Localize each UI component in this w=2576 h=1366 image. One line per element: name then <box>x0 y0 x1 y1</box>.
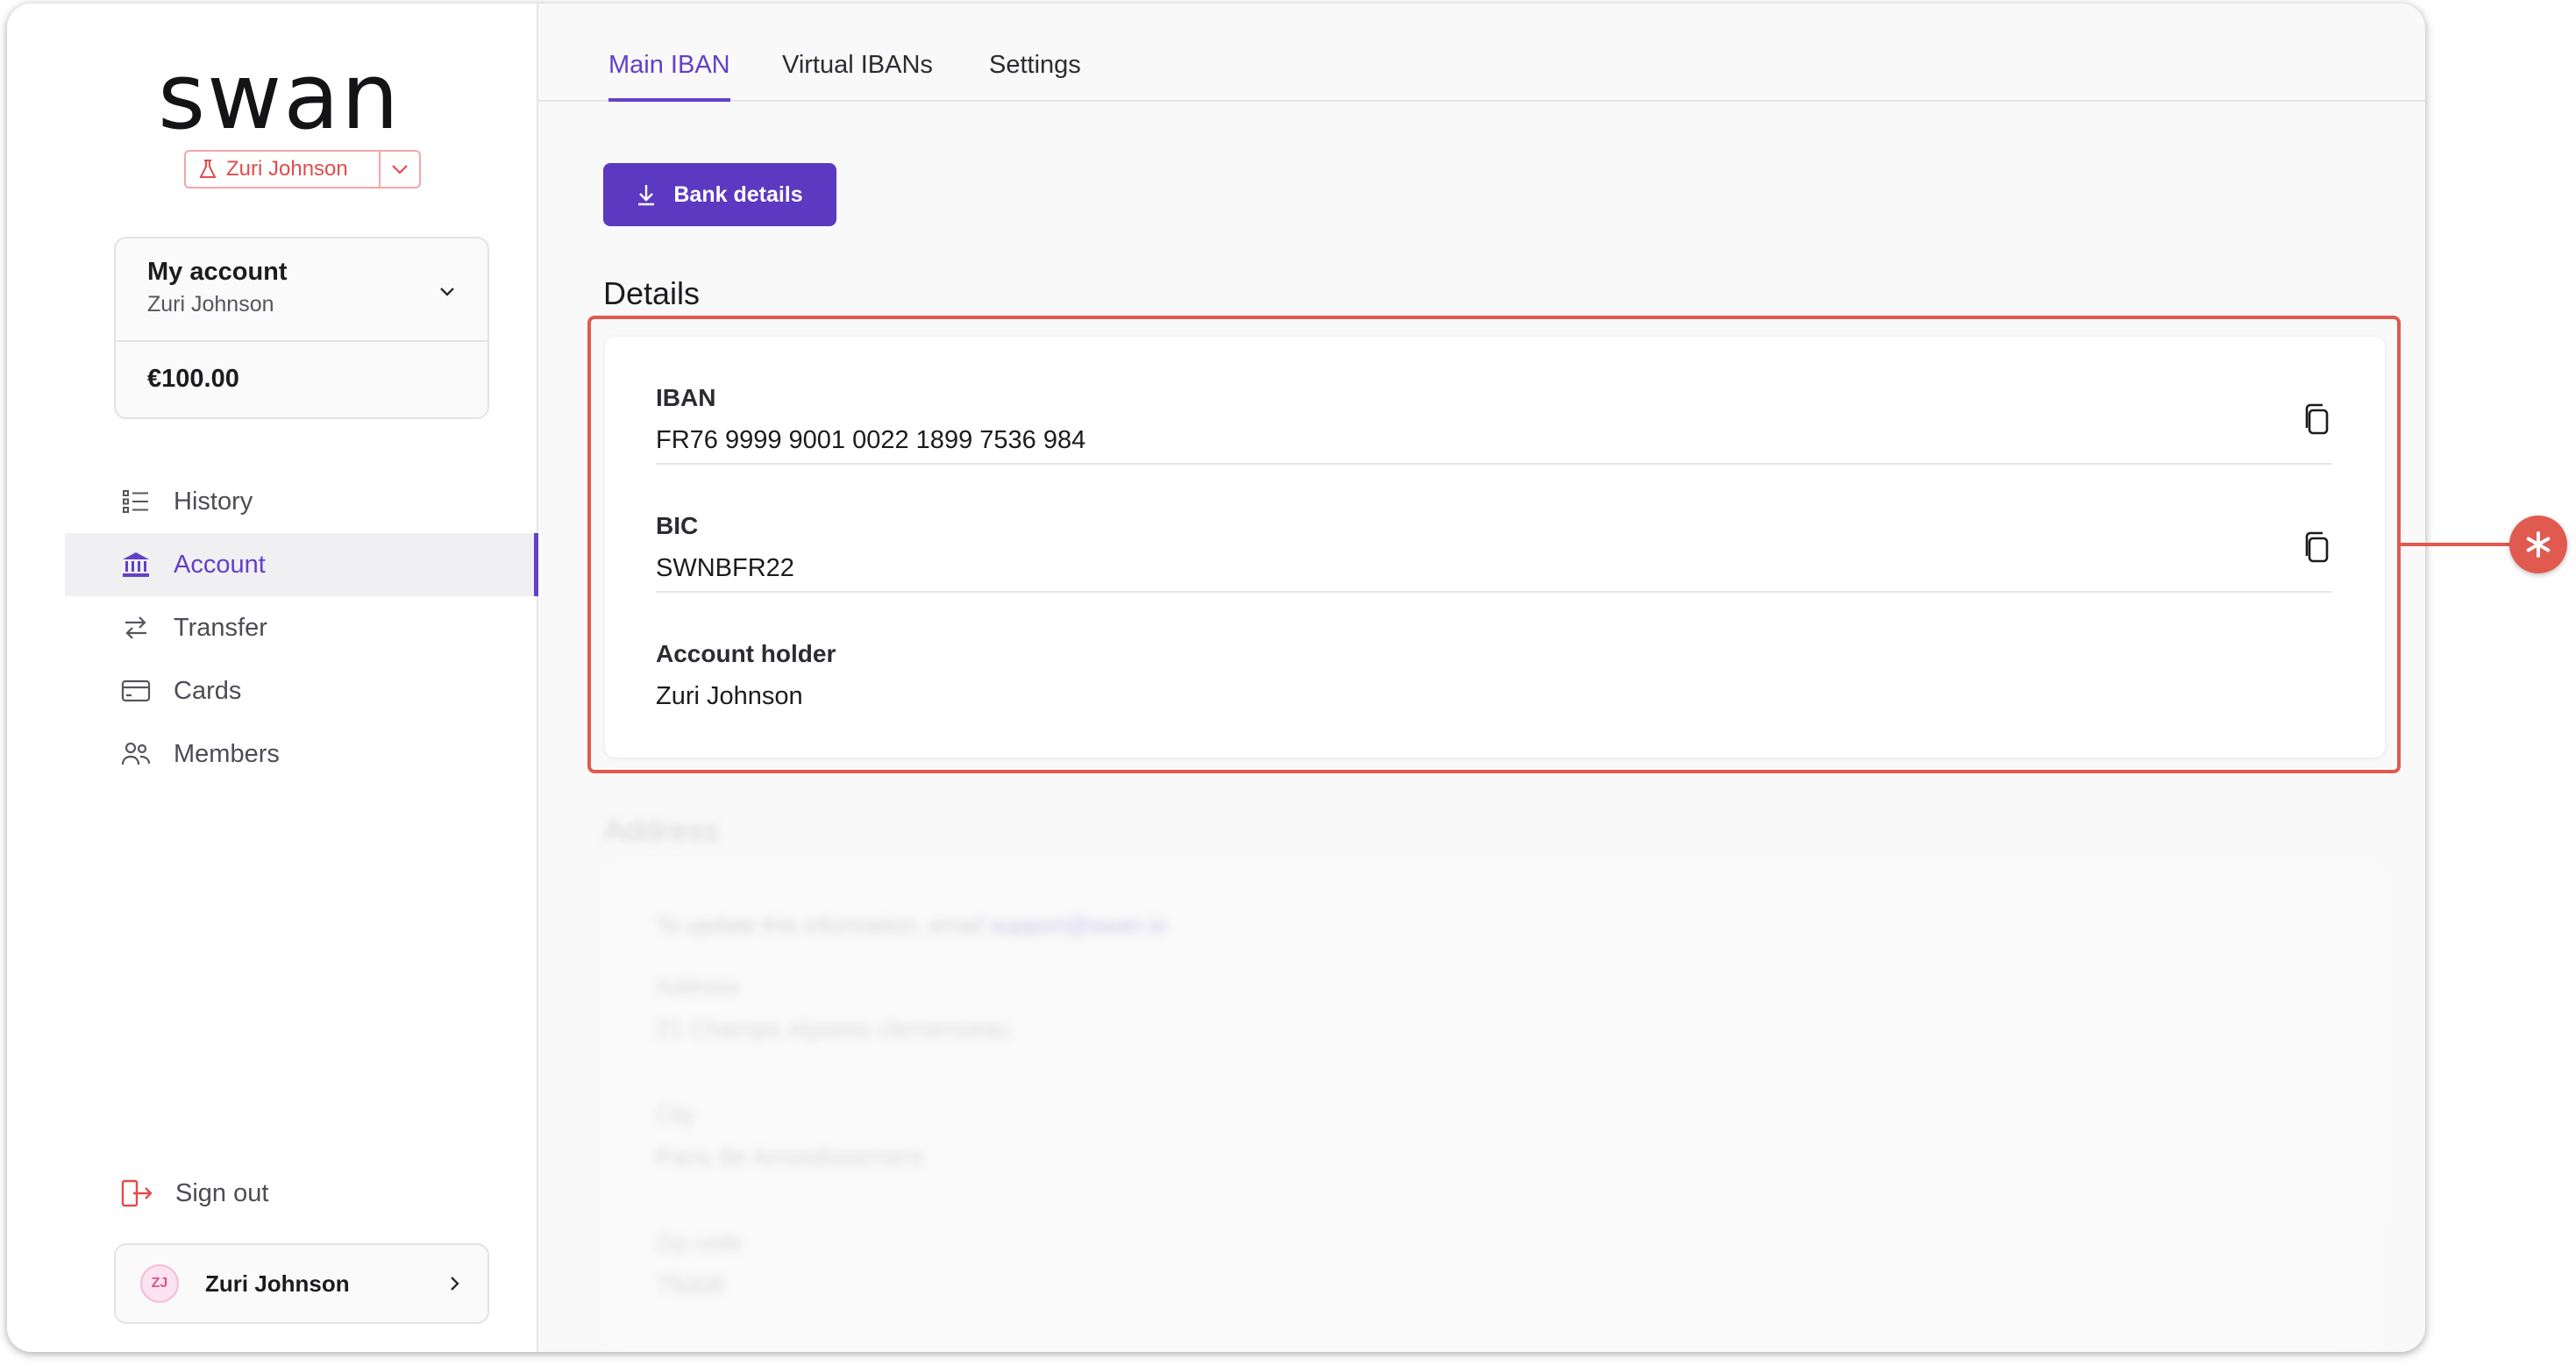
project-switcher[interactable]: Zuri Johnson <box>184 150 421 189</box>
svg-text:swan: swan <box>158 56 401 144</box>
address-title: Address <box>603 812 720 848</box>
address-value: 21 Champs elysees clemenceau <box>656 1015 1011 1042</box>
address-note: To update this information, email suppor… <box>656 912 1167 939</box>
sign-out-icon <box>121 1179 153 1207</box>
chevron-down-icon[interactable] <box>381 152 419 187</box>
nav-item-transfer[interactable]: Transfer <box>65 596 538 659</box>
card-icon <box>121 676 151 706</box>
user-profile-button[interactable]: ZJ Zuri Johnson <box>114 1243 489 1324</box>
sidebar: swan Zuri Johnson My account Zuri Johnso… <box>7 4 538 1352</box>
bank-icon <box>121 550 151 580</box>
city-label: City <box>656 1101 695 1128</box>
members-icon <box>121 739 151 769</box>
details-title: Details <box>603 275 701 311</box>
bank-details-button[interactable]: Bank details <box>603 163 836 226</box>
tab-settings[interactable]: Settings <box>989 51 1081 102</box>
asterisk-icon <box>2526 531 2551 558</box>
main-nav: History Account Transfer Cards Members <box>65 470 538 786</box>
nav-label: Cards <box>174 676 242 705</box>
tab-bar: Main IBAN Virtual IBANs Settings <box>538 4 2425 102</box>
chevron-right-icon <box>451 1277 459 1291</box>
highlight-box <box>587 316 2401 773</box>
user-name: Zuri Johnson <box>205 1270 350 1297</box>
sign-out-label: Sign out <box>175 1178 269 1207</box>
tab-main-iban[interactable]: Main IBAN <box>608 51 730 102</box>
account-balance: €100.00 <box>147 365 239 393</box>
avatar: ZJ <box>140 1264 179 1303</box>
callout-marker <box>2509 516 2567 573</box>
app-window: swan Zuri Johnson My account Zuri Johnso… <box>7 4 2425 1352</box>
download-icon <box>638 185 655 206</box>
nav-label: History <box>174 487 253 516</box>
nav-label: Account <box>174 550 266 579</box>
flask-icon <box>199 160 217 178</box>
nav-item-history[interactable]: History <box>65 470 538 533</box>
swan-logo: swan <box>158 56 401 144</box>
chevron-down-icon[interactable] <box>437 281 458 302</box>
nav-label: Members <box>174 739 280 768</box>
tab-virtual-ibans[interactable]: Virtual IBANs <box>782 51 933 102</box>
zip-label: Zip code <box>656 1229 744 1256</box>
account-selector[interactable]: My account Zuri Johnson €100.00 <box>114 237 489 419</box>
transfer-arrows-icon <box>121 613 151 643</box>
callout-line <box>2399 543 2511 546</box>
address-note-text: To update this information, email <box>656 912 985 938</box>
nav-item-account[interactable]: Account <box>65 533 538 596</box>
bank-details-label: Bank details <box>673 181 803 207</box>
sign-out-button[interactable]: Sign out <box>121 1178 268 1208</box>
project-name: Zuri Johnson <box>226 157 348 181</box>
nav-item-members[interactable]: Members <box>65 722 538 786</box>
address-label: Address <box>656 973 740 1000</box>
nav-item-cards[interactable]: Cards <box>65 659 538 722</box>
support-email-link[interactable]: support@swan.io <box>991 912 1167 938</box>
nav-label: Transfer <box>174 613 267 642</box>
history-list-icon <box>121 487 151 516</box>
address-card: To update this information, email suppor… <box>605 863 2385 1352</box>
account-selector-header[interactable]: My account Zuri Johnson <box>116 238 487 342</box>
city-value: Paris 8e Arrondissement <box>656 1143 924 1170</box>
zip-value: 75008 <box>656 1271 724 1298</box>
